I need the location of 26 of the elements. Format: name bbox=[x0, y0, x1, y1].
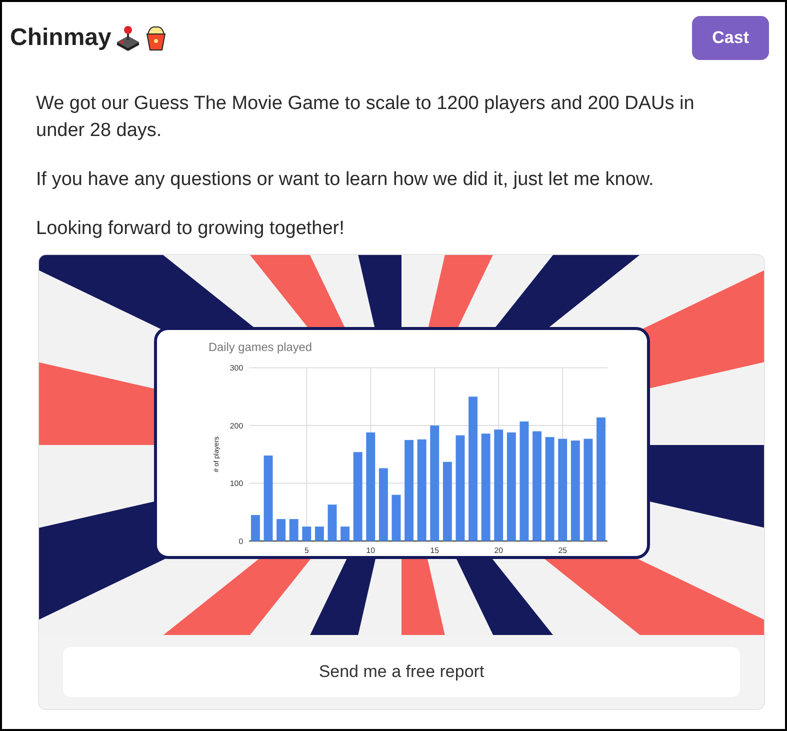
bar bbox=[250, 515, 260, 541]
bar bbox=[302, 526, 311, 541]
popcorn-icon bbox=[145, 25, 168, 51]
y-tick-label: 0 bbox=[238, 536, 243, 546]
bar bbox=[288, 519, 298, 541]
y-tick-label: 200 bbox=[229, 421, 243, 430]
send-report-button[interactable]: Send me a free report bbox=[63, 647, 740, 697]
y-tick-label: 300 bbox=[229, 364, 243, 373]
chart-title: Daily games played bbox=[208, 340, 312, 354]
post-paragraph: We got our Guess The Movie Game to scale to 1200 players and 200 DAUs in under 28 days. bbox=[36, 92, 696, 143]
post-paragraph: If you have any questions or want to learn how we did it, just let me know. bbox=[36, 168, 655, 192]
x-tick-label: 20 bbox=[494, 546, 503, 555]
bar bbox=[314, 526, 324, 541]
bar bbox=[391, 494, 400, 541]
bar bbox=[276, 519, 286, 541]
bar bbox=[340, 526, 350, 541]
post-paragraph: Looking forward to growing together! bbox=[36, 217, 346, 241]
x-tick-label: 25 bbox=[558, 546, 566, 555]
bar bbox=[327, 504, 336, 541]
x-tick-label: 10 bbox=[366, 546, 375, 555]
y-tick-label: 100 bbox=[229, 479, 243, 488]
cast-button[interactable]: Cast bbox=[692, 16, 769, 60]
x-tick-label: 5 bbox=[304, 546, 308, 555]
joystick-icon bbox=[115, 25, 142, 51]
user-name: Chinmay bbox=[10, 23, 112, 53]
x-tick-label: 15 bbox=[430, 546, 439, 555]
